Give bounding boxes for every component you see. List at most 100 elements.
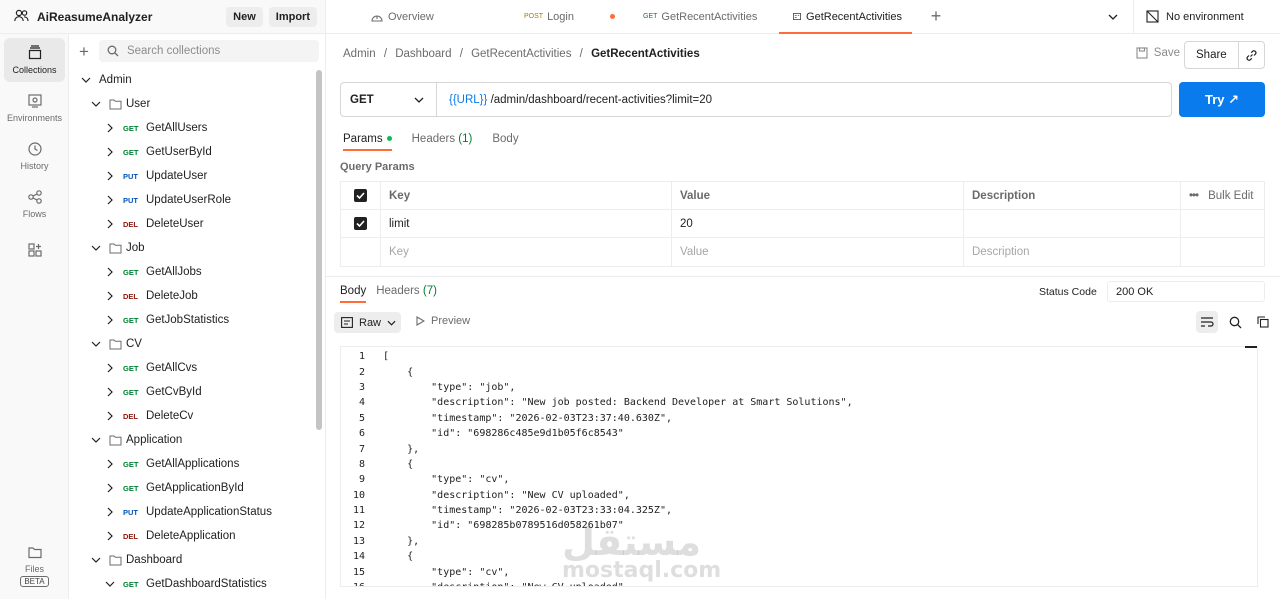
tab-body[interactable]: Body xyxy=(492,133,518,151)
environment-selector[interactable]: No environment xyxy=(1134,0,1280,33)
tab-overview[interactable]: Overview xyxy=(326,0,472,33)
chevron-right-icon xyxy=(107,267,113,277)
bulk-edit-button[interactable]: ••• Bulk Edit xyxy=(1181,182,1264,209)
table-row-empty: Key Value Description xyxy=(341,238,1264,266)
rail-add-apps[interactable] xyxy=(4,234,65,270)
code-line: 2 { xyxy=(351,364,1257,379)
rail-environments[interactable]: Environments xyxy=(4,86,65,130)
sidebar-item-request-getapplicationbyid[interactable]: GET GetApplicationById xyxy=(105,476,244,500)
sidebar-item-request-getallapplications[interactable]: GET GetAllApplications xyxy=(105,452,239,476)
request-method: PUT xyxy=(123,507,138,517)
new-value-input[interactable]: Value xyxy=(672,238,964,266)
sidebar-item-request-updateuserrole[interactable]: PUT UpdateUserRole xyxy=(105,188,231,212)
preview-button[interactable]: Preview xyxy=(416,315,470,327)
sidebar-scrollbar[interactable] xyxy=(316,70,322,430)
search-collections-input[interactable]: Search collections xyxy=(98,40,319,62)
sidebar-item-folder-user[interactable]: User xyxy=(91,92,150,116)
request-name: GetAllUsers xyxy=(146,122,208,134)
overview-icon xyxy=(371,15,383,22)
rail-label-collections: Collections xyxy=(12,65,57,75)
request-name: GetUserById xyxy=(146,146,212,158)
sidebar-item-request-getjobstatistics[interactable]: GET GetJobStatistics xyxy=(105,308,229,332)
new-key-input[interactable]: Key xyxy=(381,238,672,266)
sidebar-item-request-deleteuser[interactable]: DEL DeleteUser xyxy=(105,212,204,236)
breadcrumb-item[interactable]: Admin xyxy=(343,48,376,60)
rail-collections[interactable]: Collections xyxy=(4,38,65,82)
sidebar-item-folder-application[interactable]: Application xyxy=(91,428,182,452)
param-description[interactable] xyxy=(964,210,1181,237)
sidebar-item-request-getallcvs[interactable]: GET GetAllCvs xyxy=(105,356,197,380)
try-button[interactable]: Try ↗ xyxy=(1179,82,1265,117)
method-select[interactable]: GET xyxy=(341,83,437,116)
new-button[interactable]: New xyxy=(226,6,263,27)
raw-icon xyxy=(341,317,353,328)
response-body-editor[interactable]: 1[2 {3 "type": "job", 4 "description": "N… xyxy=(340,346,1258,587)
response-divider[interactable] xyxy=(326,276,1280,277)
sidebar-item-request-getuserbyid[interactable]: GET GetUserById xyxy=(105,140,212,164)
response-scrollbar[interactable] xyxy=(1245,346,1257,587)
param-checkbox[interactable] xyxy=(354,217,367,230)
rail-files[interactable]: Files BETA xyxy=(4,538,65,592)
rail-label-environments: Environments xyxy=(6,113,63,123)
line-number: 3 xyxy=(358,381,365,393)
breadcrumb-item[interactable]: Dashboard xyxy=(395,48,451,60)
add-apps-icon xyxy=(27,243,42,257)
status-code-value: 200 OK xyxy=(1107,281,1265,302)
add-collection-icon[interactable]: + xyxy=(79,43,89,60)
breadcrumb-item[interactable]: GetRecentActivities xyxy=(471,48,571,60)
sidebar-item-request-updateuser[interactable]: PUT UpdateUser xyxy=(105,164,207,188)
tab-response-headers[interactable]: Headers (7) xyxy=(376,285,437,303)
sidebar-item-request-deletecv[interactable]: DEL DeleteCv xyxy=(105,404,193,428)
sidebar-item-request-getallusers[interactable]: GET GetAllUsers xyxy=(105,116,207,140)
code-text: "type": "cv", xyxy=(383,566,510,578)
copy-link-button[interactable] xyxy=(1239,49,1264,62)
select-all-checkbox[interactable] xyxy=(354,189,367,202)
new-description-input[interactable]: Description xyxy=(964,238,1181,266)
tab-params[interactable]: Params xyxy=(343,133,392,151)
tabs-dropdown[interactable] xyxy=(1098,0,1134,33)
param-value[interactable]: 20 xyxy=(672,210,964,237)
share-group: Share xyxy=(1184,41,1265,69)
import-button[interactable]: Import xyxy=(268,6,317,27)
rail-flows[interactable]: Flows xyxy=(4,182,65,226)
rail-history[interactable]: History xyxy=(4,134,65,178)
tab-headers[interactable]: Headers (1) xyxy=(412,133,473,151)
folder-icon xyxy=(109,243,122,254)
breadcrumb: Admin / Dashboard / GetRecentActivities … xyxy=(343,48,700,60)
sidebar-item-folder-dashboard[interactable]: Dashboard xyxy=(91,548,182,572)
sidebar-item-request-getalljobs[interactable]: GET GetAllJobs xyxy=(105,260,202,284)
wrap-lines-button[interactable] xyxy=(1196,311,1218,333)
tab-get-recent-2[interactable]: GetRecentActivities xyxy=(779,0,912,34)
sidebar-item-request-updateapplicationstatus[interactable]: PUT UpdateApplicationStatus xyxy=(105,500,272,524)
code-line: 11 "timestamp": "2026-02-03T23:33:04.325… xyxy=(351,503,1257,518)
line-number: 14 xyxy=(352,551,365,563)
sidebar-item-folder-job[interactable]: Job xyxy=(91,236,145,260)
request-method: GET xyxy=(123,459,139,469)
code-line: 6 "id": "698286c485e9d1b05f6c8543" xyxy=(351,426,1257,441)
request-name: GetDashboardStatistics xyxy=(146,578,267,590)
tab-login[interactable]: POST Login xyxy=(472,0,627,33)
rail-label-history: History xyxy=(20,161,49,171)
search-response-button[interactable] xyxy=(1224,311,1246,333)
folder-name: Job xyxy=(126,242,145,254)
tab-get-recent-1[interactable]: GET GetRecentActivities xyxy=(627,0,779,33)
sidebar-item-folder-cv[interactable]: CV xyxy=(91,332,142,356)
new-tab-button[interactable]: + xyxy=(912,0,960,33)
format-dropdown[interactable]: Raw xyxy=(334,312,401,333)
sidebar-item-collection-admin[interactable]: Admin xyxy=(81,68,132,92)
sidebar-item-request-deletejob[interactable]: DEL DeleteJob xyxy=(105,284,198,308)
sidebar-item-request-deleteapplication[interactable]: DEL DeleteApplication xyxy=(105,524,236,548)
workspace-title[interactable]: AiReasumeAnalyzer xyxy=(37,10,220,24)
line-number: 13 xyxy=(352,535,365,547)
copy-response-button[interactable] xyxy=(1252,311,1274,333)
url-path: /admin/dashboard/recent-activities?limit… xyxy=(487,93,713,106)
share-button[interactable]: Share xyxy=(1185,42,1239,68)
save-button[interactable]: Save xyxy=(1136,47,1180,59)
tab-response-body[interactable]: Body xyxy=(340,285,367,303)
sidebar-item-request-getcvbyid[interactable]: GET GetCvById xyxy=(105,380,202,404)
sidebar-item-request-getdashboardstatistics[interactable]: GET GetDashboardStatistics xyxy=(105,572,267,596)
param-key[interactable]: limit xyxy=(381,210,672,237)
tab-label: GetRecentActivities xyxy=(661,10,758,23)
code-line: 15 "type": "cv", xyxy=(351,564,1257,579)
url-input[interactable]: {{URL}} /admin/dashboard/recent-activiti… xyxy=(437,94,712,106)
